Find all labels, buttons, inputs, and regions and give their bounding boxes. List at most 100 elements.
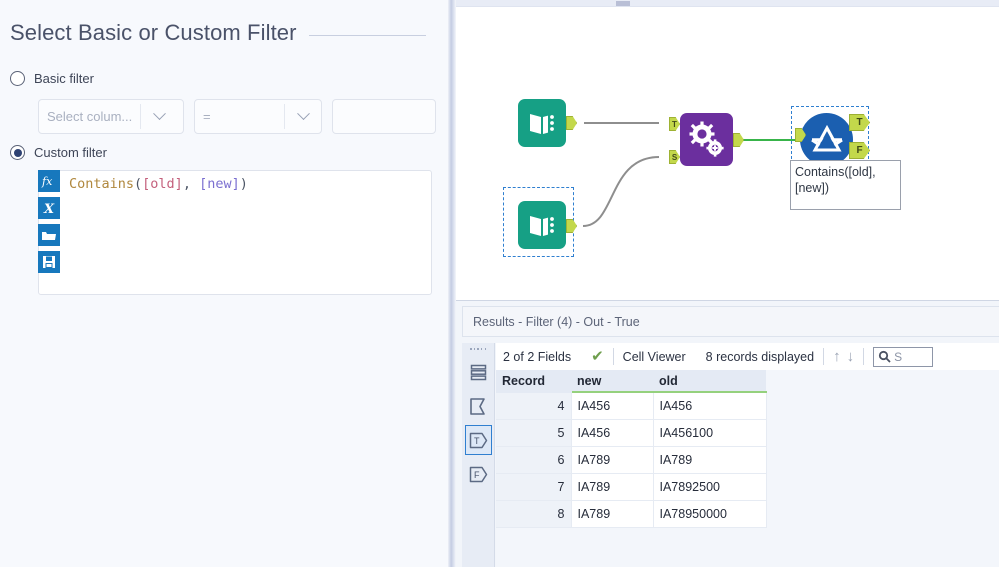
results-titlebar: Results - Filter (4) - Out - True — [462, 306, 999, 337]
svg-text:X: X — [43, 202, 55, 215]
results-grid[interactable]: Record new old 4 IA456 IA456 5 IA456 IA456100… — [496, 370, 999, 567]
function-icon[interactable]: fx — [38, 170, 60, 192]
arrow-up-icon[interactable]: ↑ — [833, 349, 841, 364]
svg-text:fx: fx — [41, 175, 53, 188]
table-row[interactable]: 4 IA456 IA456 — [496, 391, 767, 420]
cell-new[interactable]: IA789 — [570, 445, 654, 474]
title-divider — [308, 34, 426, 36]
operator-select[interactable]: = — [194, 99, 322, 134]
radio-basic-filter[interactable]: Basic filter — [10, 71, 94, 86]
cell-record[interactable]: 5 — [496, 418, 572, 447]
cell-old[interactable]: IA456 — [652, 391, 767, 420]
column-header-old[interactable]: old — [653, 370, 766, 393]
search-icon — [878, 350, 891, 363]
filter-node[interactable]: T F — [791, 106, 870, 174]
find-replace-node[interactable]: T S — [669, 113, 744, 166]
table-row[interactable]: 5 IA456 IA456100 — [496, 418, 767, 447]
column-header-record[interactable]: Record — [496, 370, 571, 393]
formula-editor[interactable]: fx X Contains([old], [new]) — [38, 170, 432, 295]
false-output-icon[interactable]: F — [465, 459, 492, 489]
toolbar-separator — [612, 348, 614, 365]
cell-new[interactable]: IA456 — [570, 418, 654, 447]
cell-record[interactable]: 6 — [496, 445, 572, 474]
open-folder-icon[interactable] — [38, 224, 60, 246]
value-input[interactable] — [332, 99, 436, 134]
results-panel: Results - Filter (4) - Out - True T F 2 … — [456, 300, 999, 567]
formula-field-new: [new] — [199, 176, 240, 192]
formula-text[interactable]: Contains([old], [new]) — [69, 176, 425, 193]
cell-new[interactable]: IA789 — [570, 499, 654, 528]
formula-open-paren: ( — [134, 176, 143, 192]
operator-select-value: = — [203, 109, 211, 124]
fields-count-label[interactable]: 2 of 2 Fields — [503, 350, 571, 364]
table-row[interactable]: 7 IA789 IA7892500 — [496, 472, 767, 501]
text-input-2-node[interactable] — [503, 187, 577, 257]
radio-custom-filter[interactable]: Custom filter — [10, 145, 107, 160]
chevron-down-icon[interactable] — [141, 107, 177, 121]
radio-basic-filter-indicator — [10, 71, 25, 86]
cell-old[interactable]: IA7892500 — [652, 472, 767, 501]
table-row[interactable]: 8 IA789 IA78950000 — [496, 499, 767, 528]
arrow-down-icon[interactable]: ↓ — [847, 349, 855, 364]
variable-icon[interactable]: X — [38, 197, 60, 219]
page-title: Select Basic or Custom Filter — [10, 20, 297, 45]
results-sidebar: T F — [462, 343, 495, 567]
results-table: Record new old 4 IA456 IA456 5 IA456 IA456100… — [496, 370, 767, 528]
workspace: T S T F Contains([old], [new]) Results -… — [456, 0, 999, 567]
column-select[interactable]: Select colum... — [38, 99, 184, 134]
book-icon — [518, 99, 566, 147]
selection-box — [503, 187, 574, 257]
formula-comma: , — [182, 176, 200, 192]
formula-gutter: fx X — [38, 170, 62, 273]
toolbar-separator — [863, 348, 865, 365]
column-select-value: Select colum... — [47, 109, 133, 124]
cell-record[interactable]: 4 — [496, 391, 572, 420]
drag-grip-icon[interactable] — [469, 345, 487, 353]
top-strip-marker — [616, 1, 630, 6]
panel-divider[interactable] — [448, 0, 456, 567]
cell-record[interactable]: 8 — [496, 499, 572, 528]
table-row[interactable]: 6 IA789 IA789 — [496, 445, 767, 474]
workflow-canvas[interactable]: T S T F — [456, 7, 999, 300]
radio-custom-filter-dot — [13, 148, 22, 157]
text-input-1-node[interactable] — [518, 99, 577, 147]
toolbar-separator — [823, 348, 825, 365]
cell-viewer-label[interactable]: Cell Viewer — [623, 350, 686, 364]
true-output-icon[interactable]: T — [464, 425, 492, 455]
records-view-icon[interactable] — [465, 357, 492, 387]
formula-function-name: Contains — [69, 176, 135, 192]
cell-old[interactable]: IA456100 — [652, 418, 767, 447]
radio-basic-filter-dot — [14, 75, 22, 83]
metadata-view-icon[interactable] — [465, 391, 492, 421]
cell-old[interactable]: IA78950000 — [652, 499, 767, 528]
radio-custom-filter-label: Custom filter — [34, 145, 107, 160]
cell-new[interactable]: IA456 — [570, 391, 654, 420]
formula-close-paren: ) — [239, 176, 248, 192]
column-header-new[interactable]: new — [571, 370, 653, 393]
search-input-text: S — [894, 349, 903, 364]
top-toolbar-strip — [456, 0, 999, 7]
filter-annotation[interactable]: Contains([old], [new]) — [790, 160, 901, 210]
filter-config-panel: Select Basic or Custom Filter Basic filt… — [0, 0, 448, 567]
formula-field-old: [old] — [142, 176, 183, 192]
cell-new[interactable]: IA789 — [570, 472, 654, 501]
grid-toolbar: 2 of 2 Fields ✔ Cell Viewer 8 records di… — [496, 343, 999, 370]
radio-basic-filter-label: Basic filter — [34, 71, 94, 86]
radio-custom-filter-indicator — [10, 145, 25, 160]
table-body: 4 IA456 IA456 5 IA456 IA456100 6 IA789 IA789 7 IA7… — [496, 391, 767, 528]
search-input[interactable]: S — [873, 346, 934, 367]
gears-icon — [680, 113, 733, 166]
save-icon[interactable] — [38, 251, 60, 273]
config-title-row: Select Basic or Custom Filter — [0, 14, 448, 52]
check-icon[interactable]: ✔ — [591, 349, 604, 364]
cell-record[interactable]: 7 — [496, 472, 572, 501]
svg-text:F: F — [474, 470, 480, 480]
table-header: Record new old — [496, 370, 766, 393]
results-title: Results - Filter (4) - Out - True — [473, 314, 640, 329]
basic-filter-controls: Select colum... = — [38, 99, 436, 134]
chevron-down-icon[interactable] — [285, 107, 321, 121]
table-header-row: Record new old — [496, 370, 766, 393]
records-displayed-label: 8 records displayed — [705, 349, 815, 364]
cell-old[interactable]: IA789 — [652, 445, 767, 474]
svg-text:T: T — [474, 436, 480, 446]
